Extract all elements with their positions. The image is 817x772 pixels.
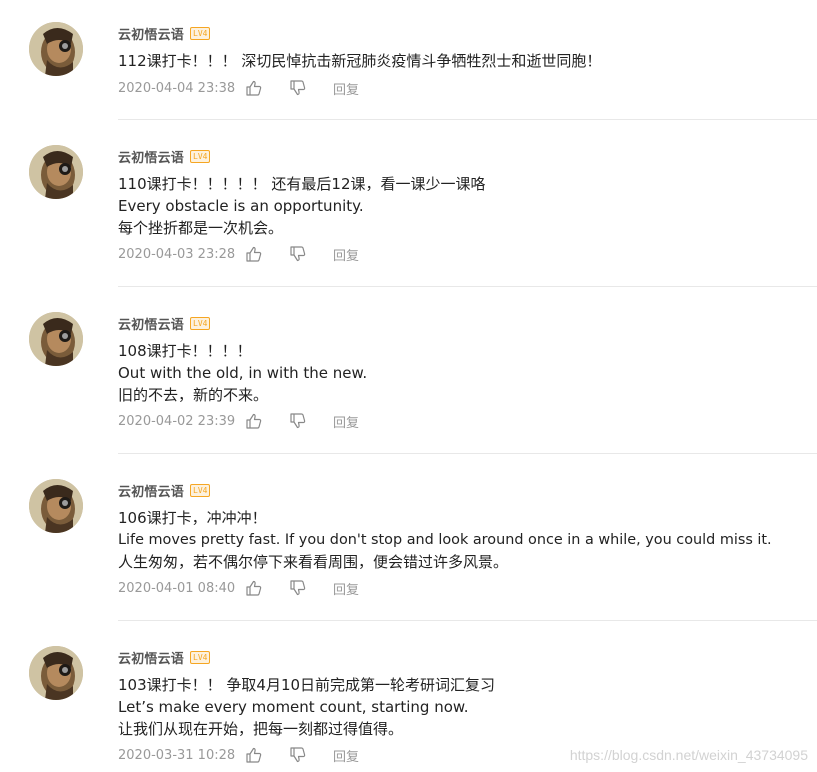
comment-text: 110课打卡！！！！！ 还有最后12课，看一课少一课咯 Every obstac… <box>118 173 813 239</box>
comment-line: 人生匆匆，若不偶尔停下来看看周围，便会错过许多风景。 <box>118 553 509 571</box>
comment-line: 108课打卡！！！！ <box>118 342 252 360</box>
action-row: 2020-03-31 10:28 回复 <box>118 745 359 765</box>
username[interactable]: 云初悟云语 <box>118 24 184 43</box>
comment-meta: 云初悟云语 LV4 <box>118 147 211 166</box>
avatar[interactable] <box>29 646 83 700</box>
thumbs-up-icon[interactable] <box>245 412 263 430</box>
thumbs-up-icon[interactable] <box>245 245 263 263</box>
action-row: 2020-04-04 23:38 回复 <box>118 78 359 98</box>
comment-line: 106课打卡，冲冲冲！ <box>118 509 267 527</box>
comment-item: 云初悟云语 LV4 108课打卡！！！！ Out with the old, i… <box>0 287 817 454</box>
reply-button[interactable]: 回复 <box>333 746 359 765</box>
action-row: 2020-04-01 08:40 回复 <box>118 578 359 598</box>
timestamp: 2020-04-03 23:28 <box>118 246 236 262</box>
comment-line: Out with the old, in with the new. <box>118 364 368 382</box>
thumbs-down-icon[interactable] <box>289 746 307 764</box>
reply-button[interactable]: 回复 <box>333 79 359 98</box>
comment-line: 旧的不去，新的不来。 <box>118 386 269 404</box>
thumbs-up-icon[interactable] <box>245 579 263 597</box>
reply-button[interactable]: 回复 <box>333 412 359 431</box>
username[interactable]: 云初悟云语 <box>118 147 184 166</box>
comment-item: 云初悟云语 LV4 106课打卡，冲冲冲！ Life moves pretty … <box>0 454 817 621</box>
username[interactable]: 云初悟云语 <box>118 314 184 333</box>
comment-text: 108课打卡！！！！ Out with the old, in with the… <box>118 340 813 406</box>
comment-meta: 云初悟云语 LV4 <box>118 24 211 43</box>
comment-meta: 云初悟云语 LV4 <box>118 314 211 333</box>
level-badge: LV4 <box>190 650 211 664</box>
level-badge: LV4 <box>190 483 211 497</box>
comment-line: 103课打卡！！ 争取4月10日前完成第一轮考研词汇复习 <box>118 676 496 694</box>
timestamp: 2020-04-01 08:40 <box>118 580 236 596</box>
level-badge: LV4 <box>190 26 211 40</box>
thumbs-up-icon[interactable] <box>245 79 263 97</box>
thumbs-down-icon[interactable] <box>289 245 307 263</box>
avatar[interactable] <box>29 312 83 366</box>
comment-meta: 云初悟云语 LV4 <box>118 648 211 667</box>
comment-line: 112课打卡！！！ 深切民悼抗击新冠肺炎疫情斗争牺牲烈士和逝世同胞！ <box>118 52 602 70</box>
action-row: 2020-04-03 23:28 回复 <box>118 244 359 264</box>
comment-line: Life moves pretty fast. If you don't sto… <box>118 532 772 548</box>
level-badge: LV4 <box>190 149 211 163</box>
reply-button[interactable]: 回复 <box>333 579 359 598</box>
comment-text: 103课打卡！！ 争取4月10日前完成第一轮考研词汇复习 Let’s make … <box>118 674 813 740</box>
comment-line: 每个挫折都是一次机会。 <box>118 219 284 237</box>
comment-meta: 云初悟云语 LV4 <box>118 481 211 500</box>
timestamp: 2020-03-31 10:28 <box>118 747 236 763</box>
thumbs-down-icon[interactable] <box>289 579 307 597</box>
avatar[interactable] <box>29 22 83 76</box>
comment-item: 云初悟云语 LV4 110课打卡！！！！！ 还有最后12课，看一课少一课咯 Ev… <box>0 120 817 287</box>
avatar[interactable] <box>29 145 83 199</box>
comment-list: 云初悟云语 LV4 112课打卡！！！ 深切民悼抗击新冠肺炎疫情斗争牺牲烈士和逝… <box>0 0 817 772</box>
avatar[interactable] <box>29 479 83 533</box>
level-badge: LV4 <box>190 316 211 330</box>
reply-button[interactable]: 回复 <box>333 245 359 264</box>
thumbs-up-icon[interactable] <box>245 746 263 764</box>
username[interactable]: 云初悟云语 <box>118 481 184 500</box>
timestamp: 2020-04-04 23:38 <box>118 80 236 96</box>
comment-line: Every obstacle is an opportunity. <box>118 197 364 215</box>
thumbs-down-icon[interactable] <box>289 412 307 430</box>
action-row: 2020-04-02 23:39 回复 <box>118 411 359 431</box>
comment-text: 106课打卡，冲冲冲！ Life moves pretty fast. If y… <box>118 507 813 573</box>
comment-text: 112课打卡！！！ 深切民悼抗击新冠肺炎疫情斗争牺牲烈士和逝世同胞！ <box>118 50 813 72</box>
timestamp: 2020-04-02 23:39 <box>118 413 236 429</box>
username[interactable]: 云初悟云语 <box>118 648 184 667</box>
comment-line: 让我们从现在开始，把每一刻都过得值得。 <box>118 720 404 738</box>
thumbs-down-icon[interactable] <box>289 79 307 97</box>
comment-line: Let’s make every moment count, starting … <box>118 698 469 716</box>
comment-line: 110课打卡！！！！！ 还有最后12课，看一课少一课咯 <box>118 175 486 193</box>
watermark: https://blog.csdn.net/weixin_43734095 <box>569 747 808 763</box>
